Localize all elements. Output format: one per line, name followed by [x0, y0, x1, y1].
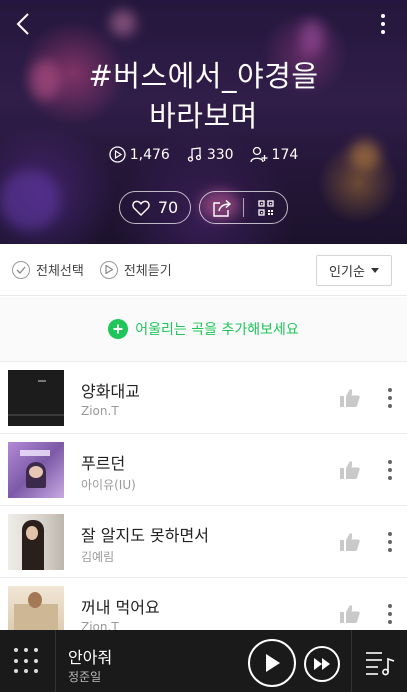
- song-title: 양화대교: [81, 382, 140, 401]
- song-more-button[interactable]: [385, 384, 395, 412]
- playlist-screen: #버스에서_야경을 바라보며 1,476 330 174 70 전체선택 전체듣…: [0, 0, 407, 692]
- playlist-title-line1: #버스에서_야경을: [88, 59, 319, 93]
- thumbs-up-icon: [340, 533, 360, 551]
- select-all-button[interactable]: 전체선택: [12, 260, 84, 279]
- add-song-label: 어울리는 곡을 추가해보세요: [135, 322, 299, 338]
- qr-code-icon: [257, 199, 274, 216]
- fast-forward-icon: [314, 658, 330, 670]
- playlist-button[interactable]: [364, 648, 396, 676]
- song-more-button[interactable]: [385, 528, 395, 556]
- grid-dot-icon: [14, 648, 18, 652]
- more-vertical-icon: [385, 456, 395, 484]
- list-toolbar: 전체선택 전체듣기 인기순: [0, 244, 407, 296]
- heart-icon: [132, 200, 150, 216]
- more-options-button[interactable]: [373, 10, 393, 38]
- album-cover: [8, 514, 64, 570]
- now-playing-artist[interactable]: 정준일: [68, 668, 101, 685]
- qr-code-button[interactable]: [244, 192, 287, 223]
- song-artist: 아이유(IU): [81, 478, 136, 492]
- play-count: 1,476: [109, 146, 170, 163]
- thumbs-up-icon: [340, 605, 360, 623]
- music-note-icon: [187, 147, 201, 162]
- follower-count: 174: [249, 146, 299, 163]
- play-all-button[interactable]: 전체듣기: [99, 260, 172, 279]
- song-count-value: 330: [206, 146, 234, 163]
- thumbs-up-icon: [340, 389, 360, 407]
- playlist-icon: [366, 652, 395, 676]
- song-title: 푸르던: [81, 454, 126, 473]
- select-all-label: 전체선택: [36, 264, 84, 279]
- song-artist: Zion.T: [81, 404, 119, 418]
- thumbs-up-icon: [340, 461, 360, 479]
- thumbs-up-button[interactable]: [339, 604, 361, 624]
- add-song-button[interactable]: 어울리는 곡을 추가해보세요: [0, 297, 407, 362]
- next-button[interactable]: [304, 646, 340, 682]
- player-divider: [351, 630, 352, 692]
- player-divider: [55, 630, 56, 692]
- thumbs-up-button[interactable]: [339, 460, 361, 480]
- more-vertical-icon: [385, 528, 395, 556]
- song-row[interactable]: 잘 알지도 못하면서 김예림: [0, 506, 407, 578]
- song-row[interactable]: 꺼내 먹어요 Zion.T: [0, 578, 407, 630]
- song-more-button[interactable]: [385, 600, 395, 628]
- song-artist: Zion.T: [81, 620, 119, 630]
- menu-grid-button[interactable]: [14, 648, 40, 674]
- play-button[interactable]: [248, 639, 296, 687]
- share-button[interactable]: [200, 192, 243, 223]
- sort-dropdown[interactable]: 인기순: [316, 255, 392, 286]
- song-list: 양화대교 Zion.T 푸르던 아이유(IU) 잘 알지도 못하면서 김예림 꺼…: [0, 362, 407, 630]
- caret-down-icon: [370, 268, 379, 273]
- song-title: 꺼내 먹어요: [81, 598, 160, 617]
- share-icon: [212, 199, 231, 217]
- more-vertical-icon: [385, 600, 395, 628]
- like-button[interactable]: 70: [119, 191, 191, 224]
- play-count-value: 1,476: [129, 146, 170, 163]
- song-title: 잘 알지도 못하면서: [81, 526, 209, 545]
- song-more-button[interactable]: [385, 456, 395, 484]
- thumbs-up-button[interactable]: [339, 388, 361, 408]
- follower-count-value: 174: [271, 146, 299, 163]
- chevron-left-icon: [16, 13, 29, 35]
- now-playing-title[interactable]: 안아줘: [68, 644, 112, 668]
- back-button[interactable]: [10, 10, 38, 38]
- playlist-title-line2: 바라보며: [149, 99, 258, 133]
- play-circle-icon: [109, 146, 126, 163]
- check-circle-icon: [12, 260, 30, 279]
- plus-circle-icon: [108, 319, 129, 339]
- like-count: 70: [157, 198, 179, 217]
- song-count: 330: [186, 146, 234, 163]
- play-circle-icon: [99, 260, 118, 279]
- song-artist: 김예림: [81, 550, 115, 564]
- mini-player: 안아줘 정준일: [0, 630, 407, 692]
- song-row[interactable]: 푸르던 아이유(IU): [0, 434, 407, 506]
- more-vertical-icon: [385, 384, 395, 412]
- album-cover: [8, 370, 64, 426]
- playlist-title: #버스에서_야경을 바라보며: [0, 56, 407, 136]
- sort-label: 인기순: [329, 265, 365, 280]
- playlist-stats: 1,476 330 174: [0, 146, 407, 163]
- play-icon: [266, 654, 280, 672]
- album-cover: [8, 442, 64, 498]
- playlist-hero: #버스에서_야경을 바라보며 1,476 330 174 70: [0, 0, 407, 244]
- song-row[interactable]: 양화대교 Zion.T: [0, 362, 407, 434]
- thumbs-up-button[interactable]: [339, 532, 361, 552]
- album-cover: [8, 586, 64, 630]
- more-vertical-icon: [373, 10, 393, 38]
- share-group: [199, 191, 288, 224]
- play-all-label: 전체듣기: [123, 264, 172, 279]
- user-add-icon: [249, 146, 268, 163]
